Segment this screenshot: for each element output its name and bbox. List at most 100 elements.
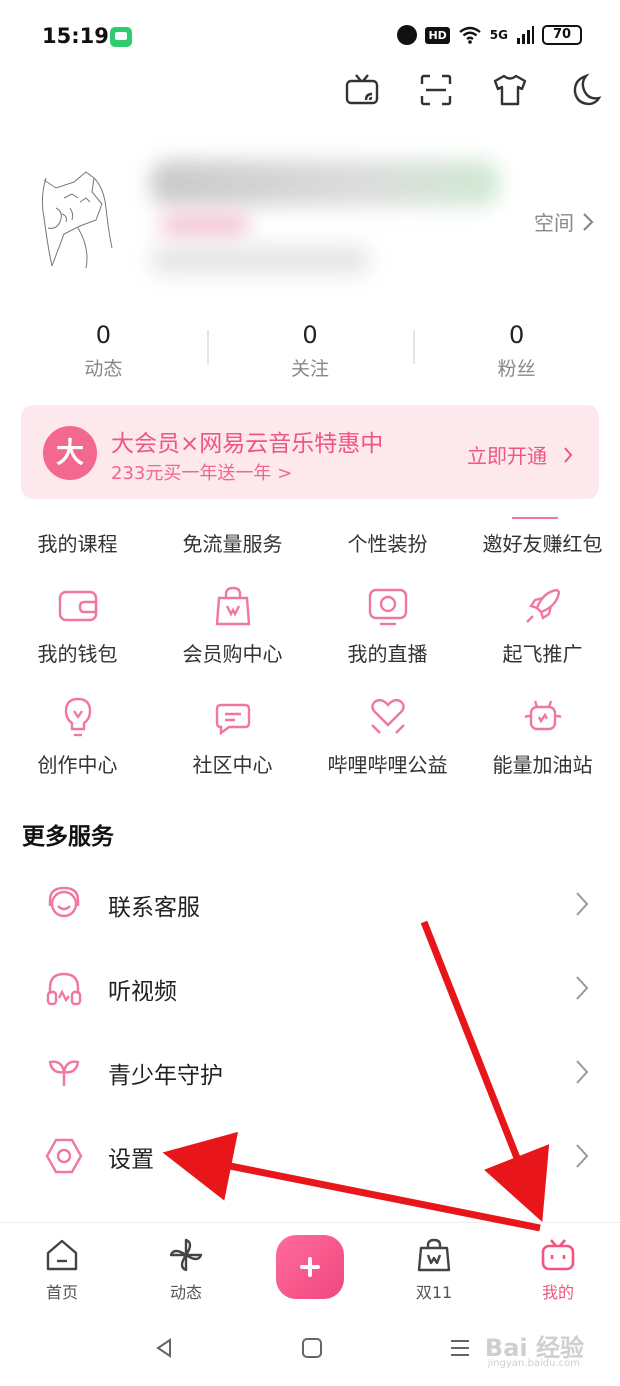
- chevron-right-icon: [576, 892, 589, 916]
- top-toolbar: [344, 72, 602, 108]
- settings-hexagon-icon: [45, 1138, 83, 1174]
- username-blurred: [150, 160, 500, 206]
- energy-icon: [523, 700, 562, 731]
- lightbulb-icon: [64, 697, 91, 737]
- hd-icon: HD: [425, 26, 450, 44]
- stat-following[interactable]: 0 关注: [206, 320, 414, 381]
- nav-double11[interactable]: 双11: [394, 1237, 474, 1303]
- grid-item-creator[interactable]: 创作中心: [0, 695, 155, 778]
- status-bar: 15:19 HD 5G 70: [0, 0, 620, 76]
- grid-item-energy[interactable]: 能量加油站: [465, 695, 620, 778]
- chevron-right-icon: [564, 446, 573, 463]
- chevron-right-icon: [576, 976, 589, 1000]
- service-label: 听视频: [108, 979, 177, 1005]
- grid-item-wallet[interactable]: 我的钱包: [0, 584, 155, 667]
- grid-label: 我的钱包: [37, 642, 118, 666]
- grid-item-charity[interactable]: 哔哩哔哩公益: [310, 695, 465, 778]
- live-tv-icon: [368, 588, 407, 626]
- chevron-right-icon: [583, 212, 594, 231]
- publish-plus-button[interactable]: [276, 1235, 344, 1299]
- chevron-right-icon: [576, 1060, 589, 1084]
- stat-label: 关注: [291, 358, 330, 380]
- service-label: 青少年守护: [108, 1063, 223, 1089]
- vip-open-button[interactable]: 立即开通: [467, 440, 573, 469]
- service-teen-protection[interactable]: 青少年守护: [0, 1032, 620, 1116]
- wallet-icon: [58, 590, 97, 622]
- menu-lines-icon[interactable]: [448, 1336, 472, 1360]
- nav-label: 我的: [541, 1283, 574, 1302]
- profile-stats: 0 动态 0 关注 0 粉丝: [0, 320, 620, 381]
- nav-label: 动态: [169, 1283, 202, 1302]
- vip-title: 大会员×网易云音乐特惠中: [111, 431, 384, 457]
- service-label: 设置: [108, 1147, 154, 1173]
- home-icon: [46, 1239, 78, 1271]
- nav-mine[interactable]: 我的: [518, 1237, 598, 1303]
- headset-service-icon: [48, 886, 80, 918]
- sprout-icon: [48, 1060, 80, 1086]
- heart-hands-icon: [370, 698, 405, 734]
- space-link[interactable]: 空间: [534, 207, 594, 236]
- grid-item-promote[interactable]: 起飞推广: [465, 584, 620, 667]
- stat-divider: [206, 330, 209, 364]
- quick-link-courses[interactable]: 我的课程: [0, 528, 155, 557]
- stat-value: 0: [302, 321, 318, 349]
- message-notification-icon: [110, 27, 132, 47]
- grid-item-vip-shop[interactable]: 会员购中心: [155, 584, 310, 667]
- nav-label: 双11: [415, 1283, 453, 1302]
- moon-icon[interactable]: [566, 72, 602, 108]
- stat-value: 0: [509, 321, 525, 349]
- service-settings[interactable]: 设置: [0, 1116, 620, 1200]
- nav-home[interactable]: 首页: [22, 1237, 102, 1303]
- watermark-url: jingyan.baidu.com: [487, 1358, 580, 1369]
- pinwheel-icon: [169, 1238, 203, 1272]
- service-listen-video[interactable]: 听视频: [0, 948, 620, 1032]
- chevron-right-icon: [576, 1144, 589, 1168]
- service-grid-row-2: 创作中心 社区中心 哔哩哔哩公益 能量加油站: [0, 695, 620, 778]
- tv-face-icon: [541, 1239, 575, 1271]
- avatar[interactable]: [34, 168, 130, 268]
- service-contact-support[interactable]: 联系客服: [0, 864, 620, 948]
- rocket-icon: [525, 588, 560, 623]
- vip-subtitle: 233元买一年送一年 >: [111, 463, 293, 484]
- grid-item-live[interactable]: 我的直播: [310, 584, 465, 667]
- shopping-bag-icon: [417, 1238, 451, 1272]
- vip-banner[interactable]: 大 大会员×网易云音乐特惠中 233元买一年送一年 > 立即开通: [21, 405, 599, 499]
- battery-indicator: 70: [542, 25, 582, 45]
- quick-link-decoration[interactable]: 个性装扮: [310, 528, 465, 557]
- scroll-indicator: [512, 517, 558, 519]
- signal-icon: [517, 26, 534, 44]
- shopping-bag-icon: [215, 586, 250, 626]
- tv-cast-icon[interactable]: [344, 72, 380, 108]
- home-square-icon[interactable]: [300, 1336, 324, 1360]
- service-label: 联系客服: [108, 895, 200, 921]
- space-label: 空间: [534, 211, 574, 235]
- status-right-icons: HD 5G 70: [397, 25, 582, 45]
- grid-label: 哔哩哔哩公益: [327, 753, 448, 777]
- vip-open-label: 立即开通: [467, 444, 547, 468]
- service-grid-row-1: 我的钱包 会员购中心 我的直播 起飞推广: [0, 584, 620, 667]
- network-type: 5G: [489, 28, 508, 42]
- back-triangle-icon[interactable]: [152, 1336, 176, 1360]
- nav-dynamic[interactable]: 动态: [146, 1237, 226, 1303]
- headphones-icon: [46, 972, 82, 1006]
- scan-icon[interactable]: [418, 72, 454, 108]
- quick-link-invite[interactable]: 邀好友赚红包: [465, 528, 620, 557]
- bottom-nav: 首页 动态 双11 我的: [0, 1222, 620, 1318]
- stat-label: 粉丝: [497, 358, 536, 380]
- stat-label: 动态: [84, 358, 123, 380]
- stat-followers[interactable]: 0 粉丝: [413, 320, 620, 381]
- quick-link-free-data[interactable]: 免流量服务: [155, 528, 310, 557]
- vip-badge-icon: 大: [43, 426, 97, 480]
- grid-label: 能量加油站: [492, 753, 593, 777]
- grid-item-community[interactable]: 社区中心: [155, 695, 310, 778]
- status-time: 15:19: [42, 24, 109, 48]
- grid-label: 创作中心: [37, 753, 118, 777]
- bio-blurred: [150, 245, 370, 275]
- grid-label: 会员购中心: [182, 642, 283, 666]
- grid-label: 社区中心: [192, 753, 273, 777]
- alarm-icon: [397, 25, 418, 45]
- stat-divider: [413, 330, 416, 364]
- wifi-icon: [459, 26, 481, 44]
- stat-dynamic[interactable]: 0 动态: [0, 320, 207, 381]
- shirt-icon[interactable]: [492, 72, 528, 108]
